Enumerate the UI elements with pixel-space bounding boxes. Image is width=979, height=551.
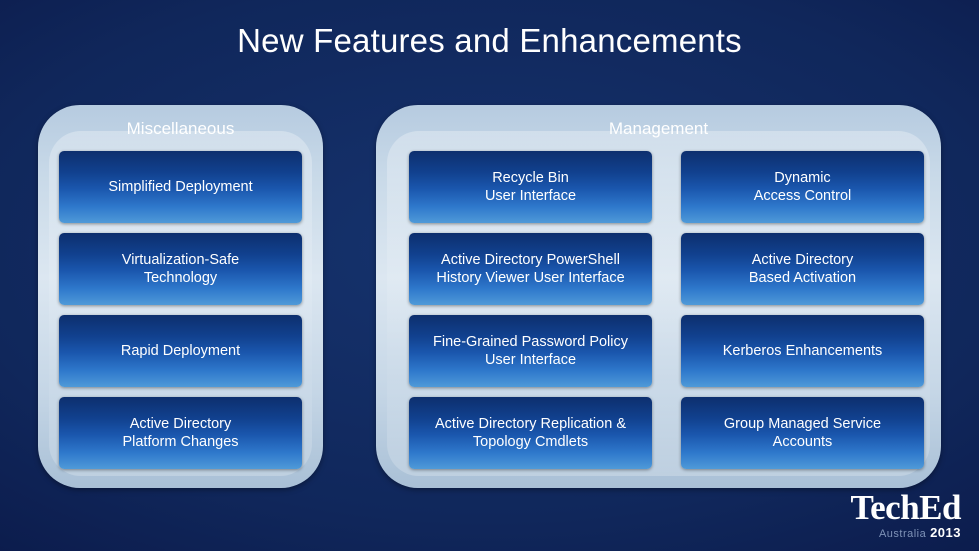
card-ad-replication-topology-cmdlets[interactable]: Active Directory Replication & Topology … (409, 397, 652, 469)
card-line: Virtualization-Safe (121, 252, 240, 268)
card-rapid-deployment[interactable]: Rapid Deployment (59, 315, 302, 387)
card-group-managed-service-accounts[interactable]: Group Managed Service Accounts (681, 397, 924, 469)
card-line: User Interface (484, 188, 577, 204)
card-line: Based Activation (748, 270, 857, 286)
group-inner-management: Recycle Bin User Interface Active Direct… (387, 131, 930, 476)
card-recycle-bin-user-interface[interactable]: Recycle Bin User Interface (409, 151, 652, 223)
group-inner-miscellaneous: Simplified Deployment Virtualization-Saf… (49, 131, 312, 476)
card-line: History Viewer User Interface (436, 270, 625, 286)
card-list-management: Recycle Bin User Interface Active Direct… (387, 131, 930, 476)
card-virtualization-safe-technology[interactable]: Virtualization-Safe Technology (59, 233, 302, 305)
card-list-miscellaneous: Simplified Deployment Virtualization-Saf… (49, 131, 312, 476)
card-line: User Interface (484, 352, 577, 368)
card-fine-grained-password-policy-ui[interactable]: Fine-Grained Password Policy User Interf… (409, 315, 652, 387)
teched-logo-subtitle: Australia 2013 (851, 526, 961, 541)
card-line: Active Directory (751, 252, 854, 268)
card-line: Group Managed Service (723, 416, 882, 432)
card-line: Technology (143, 270, 218, 286)
teched-logo-wordmark: TechEd (850, 488, 962, 527)
card-active-directory-platform-changes[interactable]: Active Directory Platform Changes (59, 397, 302, 469)
group-miscellaneous: Miscellaneous Simplified Deployment Virt… (38, 105, 323, 488)
card-line: Topology Cmdlets (472, 434, 589, 450)
page-title: New Features and Enhancements (237, 22, 742, 59)
teched-logo-year: 2013 (930, 525, 961, 540)
card-line: Kerberos Enhancements (722, 343, 883, 359)
teched-logo-location: Australia (878, 528, 927, 540)
teched-logo: TechEd Australia 2013 (850, 488, 962, 541)
card-dynamic-access-control[interactable]: Dynamic Access Control (681, 151, 924, 223)
card-kerberos-enhancements[interactable]: Kerberos Enhancements (681, 315, 924, 387)
card-line: Dynamic (774, 170, 831, 186)
card-line: Active Directory PowerShell (441, 252, 620, 268)
card-ad-powershell-history-viewer[interactable]: Active Directory PowerShell History View… (409, 233, 652, 305)
card-line: Access Control (753, 188, 852, 204)
group-label-miscellaneous: Miscellaneous (126, 119, 235, 138)
card-ad-based-activation[interactable]: Active Directory Based Activation (681, 233, 924, 305)
group-label-management: Management (608, 119, 709, 138)
group-management: Management Recycle Bin User Interface Ac… (376, 105, 941, 488)
card-line: Active Directory (129, 416, 232, 432)
slide: New Features and Enhancements Miscellane… (0, 0, 979, 551)
card-line: Active Directory Replication & (435, 416, 626, 432)
card-line: Recycle Bin (492, 170, 569, 186)
card-line: Simplified Deployment (108, 179, 253, 195)
card-simplified-deployment[interactable]: Simplified Deployment (59, 151, 302, 223)
card-line: Rapid Deployment (120, 343, 241, 359)
card-line: Platform Changes (122, 434, 239, 450)
card-line: Accounts (772, 434, 833, 450)
card-line: Fine-Grained Password Policy (432, 334, 629, 350)
